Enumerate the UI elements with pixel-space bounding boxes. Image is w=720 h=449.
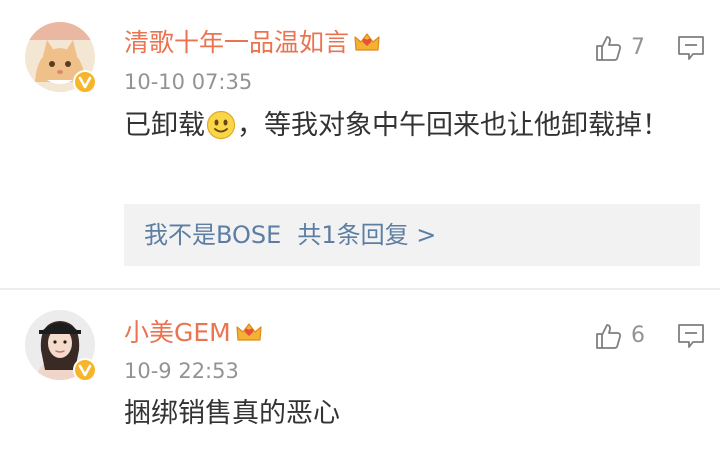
timestamp: 10-9 22:53 — [124, 359, 239, 383]
comment-item: 小美GEM 10-9 22:53 6 捆绑销售真的恶心 — [0, 290, 720, 449]
thumbs-up-icon — [596, 324, 622, 349]
avatar[interactable] — [25, 22, 97, 94]
comment-text-before: 已卸载 — [124, 110, 205, 141]
like-button[interactable]: 7 — [593, 32, 645, 64]
thumbs-up-icon — [596, 36, 622, 61]
reply-user[interactable]: 我不是BOSE — [144, 221, 281, 249]
verified-v-icon — [73, 70, 97, 94]
avatar[interactable] — [25, 310, 97, 382]
like-count: 7 — [631, 35, 645, 60]
timestamp: 10-10 07:35 — [124, 70, 253, 94]
reply-comment-button[interactable] — [677, 34, 705, 62]
comment-text: 捆绑销售真的恶心 — [124, 398, 340, 429]
crown-icon — [353, 30, 381, 52]
reply-comment-button[interactable] — [677, 322, 705, 350]
verified-v-icon — [73, 358, 97, 382]
reply-summary[interactable]: 我不是BOSE 共1条回复 > — [124, 204, 700, 266]
username[interactable]: 清歌十年一品温如言 — [124, 28, 381, 58]
like-button[interactable]: 6 — [593, 320, 645, 352]
comment-bubble-icon — [678, 324, 704, 348]
comment-bubble-icon — [678, 36, 704, 60]
crown-icon — [235, 320, 263, 342]
username-text: 清歌十年一品温如言 — [124, 28, 350, 57]
reply-count[interactable]: 共1条回复 > — [297, 221, 436, 249]
smiley-face-icon — [206, 109, 236, 139]
username-text: 小美GEM — [124, 318, 231, 347]
comment-item: 清歌十年一品温如言 10-10 07:35 7 已卸载 ，等我对象中午回来也让他… — [0, 0, 720, 288]
like-count: 6 — [631, 323, 645, 348]
reply-summary-text[interactable]: 我不是BOSE 共1条回复 > — [144, 220, 436, 250]
comment-text-after: ，等我对象中午回来也让他卸载掉！ — [237, 110, 669, 141]
comment-text: 已卸载 ，等我对象中午回来也让他卸载掉！ — [124, 103, 684, 149]
username[interactable]: 小美GEM — [124, 318, 263, 348]
